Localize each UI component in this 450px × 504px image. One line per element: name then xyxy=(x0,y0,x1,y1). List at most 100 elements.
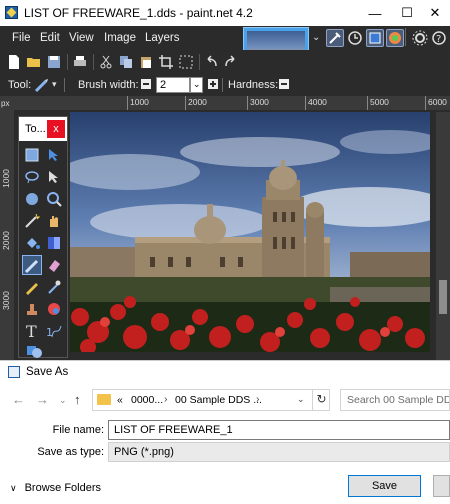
paste-icon[interactable] xyxy=(138,54,154,70)
toolbar-separator xyxy=(222,78,223,92)
up-folder-arrow-icon[interactable]: ↑ xyxy=(74,392,81,407)
open-folder-icon[interactable] xyxy=(26,54,42,70)
minimize-button[interactable]: — xyxy=(360,0,390,26)
svg-text:?: ? xyxy=(436,34,441,45)
cancel-button[interactable] xyxy=(433,475,450,497)
recent-locations-chevron-icon[interactable]: ⌄ xyxy=(59,395,67,406)
settings-gear-icon[interactable] xyxy=(411,29,429,47)
brush-width-increase-button[interactable] xyxy=(208,79,218,89)
save-disk-icon[interactable] xyxy=(46,54,62,70)
tool-dropdown-icon[interactable]: ▾ xyxy=(52,79,57,90)
paintnet-app-icon xyxy=(5,6,18,19)
recolor-icon[interactable] xyxy=(46,301,62,317)
eraser-icon[interactable] xyxy=(46,257,62,273)
lasso-select-icon[interactable] xyxy=(24,169,40,185)
zoom-icon[interactable] xyxy=(46,191,62,207)
menu-edit[interactable]: Edit xyxy=(40,32,60,44)
paint-bucket-icon[interactable] xyxy=(24,235,40,251)
tools-window-toggle-icon[interactable] xyxy=(326,29,344,47)
breadcrumb-overflow[interactable]: « xyxy=(117,394,123,406)
folder-icon xyxy=(97,394,111,405)
history-window-toggle-icon[interactable] xyxy=(346,29,364,47)
tool-options-bar: Tool: ▾ Brush width: 2 ⌄ Hardness: xyxy=(0,74,450,96)
brush-width-label: Brush width: xyxy=(78,79,139,91)
ruler-unit-label: px xyxy=(0,96,14,110)
new-file-icon[interactable] xyxy=(6,54,22,70)
cathedral-photo xyxy=(70,112,430,352)
close-button[interactable]: ✕ xyxy=(420,0,450,26)
back-arrow-icon[interactable]: ← xyxy=(12,392,25,407)
save-dialog-icon xyxy=(8,366,20,378)
copy-icon[interactable] xyxy=(118,54,134,70)
paintbrush-tool-icon[interactable] xyxy=(34,77,50,93)
svg-text:1: 1 xyxy=(46,326,53,339)
menu-layers[interactable]: Layers xyxy=(145,32,180,44)
chevron-down-icon: ∨ xyxy=(10,483,17,493)
pencil-icon[interactable] xyxy=(24,279,40,295)
help-icon[interactable]: ? xyxy=(430,29,448,47)
undo-icon[interactable] xyxy=(204,54,220,70)
rectangle-select-icon[interactable] xyxy=(24,147,40,163)
maximize-button[interactable]: ☐ xyxy=(392,0,422,26)
save-button[interactable]: Save xyxy=(348,475,421,497)
move-selected-pixels-icon[interactable] xyxy=(46,147,62,163)
forward-arrow-icon[interactable]: → xyxy=(36,392,49,407)
file-name-field[interactable]: LIST OF FREEWARE_1 xyxy=(108,420,450,440)
ruler-tick: 4000 xyxy=(308,97,327,107)
vertical-scrollbar[interactable] xyxy=(436,112,450,360)
shapes-icon[interactable] xyxy=(26,343,42,359)
address-bar[interactable]: « 0000... › 00 Sample DDS ... › ⌄ xyxy=(92,389,330,411)
text-tool-icon[interactable]: T xyxy=(24,323,40,339)
colors-window-toggle-icon[interactable] xyxy=(386,29,404,47)
pan-hand-icon[interactable] xyxy=(46,213,62,229)
breadcrumb-item[interactable]: 00 Sample DDS ... xyxy=(175,394,262,406)
breadcrumb-item[interactable]: 0000... xyxy=(131,394,163,406)
layers-window-toggle-icon[interactable] xyxy=(366,29,384,47)
paintbrush-icon[interactable] xyxy=(22,255,42,275)
menu-file[interactable]: File xyxy=(12,32,31,44)
brush-width-dropdown[interactable]: ⌄ xyxy=(190,77,203,93)
tools-palette: To... x T 1 xyxy=(18,116,68,358)
chevron-down-icon[interactable]: ⌄ xyxy=(312,32,320,43)
vertical-ruler: 1000 2000 3000 xyxy=(0,110,14,360)
crop-to-selection-icon[interactable] xyxy=(158,54,174,70)
hardness-decrease-button[interactable] xyxy=(279,79,289,89)
move-selection-icon[interactable] xyxy=(46,169,62,185)
refresh-icon[interactable]: ↻ xyxy=(312,389,330,411)
tool-label: Tool: xyxy=(8,79,32,91)
image-canvas[interactable] xyxy=(70,112,430,352)
ellipse-select-icon[interactable] xyxy=(24,191,40,207)
address-dropdown-chevron-icon[interactable]: ⌄ xyxy=(297,394,305,405)
clone-stamp-icon[interactable] xyxy=(24,301,40,317)
svg-text:T: T xyxy=(26,323,37,339)
main-toolbar xyxy=(0,50,450,74)
color-picker-icon[interactable] xyxy=(46,279,62,295)
tools-palette-header[interactable]: To... x xyxy=(19,117,67,141)
tools-palette-title: To... xyxy=(25,123,46,135)
save-as-type-select[interactable]: PNG (*.png) xyxy=(108,442,450,462)
brush-width-decrease-button[interactable] xyxy=(141,79,151,89)
scrollbar-thumb[interactable] xyxy=(439,280,447,314)
print-icon[interactable] xyxy=(72,54,88,70)
dialog-title: Save As xyxy=(26,366,69,378)
chevron-down-icon: ⌄ xyxy=(193,79,201,89)
gradient-icon[interactable] xyxy=(46,235,62,251)
tools-palette-close-button[interactable]: x xyxy=(47,120,65,138)
cut-icon[interactable] xyxy=(98,54,114,70)
search-input[interactable]: Search 00 Sample DDS ... xyxy=(340,389,450,411)
paintnet-window: LIST OF FREEWARE_1.dds - paint.net 4.2 —… xyxy=(0,0,450,360)
redo-icon[interactable] xyxy=(222,54,238,70)
breadcrumb-separator: › xyxy=(164,393,168,405)
file-name-label: File name: xyxy=(52,424,104,436)
menu-image[interactable]: Image xyxy=(104,32,136,44)
ruler-tick: 3000 xyxy=(250,97,269,107)
ruler-tick: 3000 xyxy=(1,291,11,310)
brush-width-input[interactable]: 2 xyxy=(156,77,190,93)
browse-folders-toggle[interactable]: ∨ Browse Folders xyxy=(10,482,101,494)
line-curve-icon[interactable]: 1 xyxy=(46,323,62,339)
deselect-icon[interactable] xyxy=(178,54,194,70)
toolbar-separator xyxy=(405,28,406,46)
menu-view[interactable]: View xyxy=(69,32,94,44)
title-bar: LIST OF FREEWARE_1.dds - paint.net 4.2 —… xyxy=(0,0,450,26)
magic-wand-icon[interactable] xyxy=(24,213,40,229)
